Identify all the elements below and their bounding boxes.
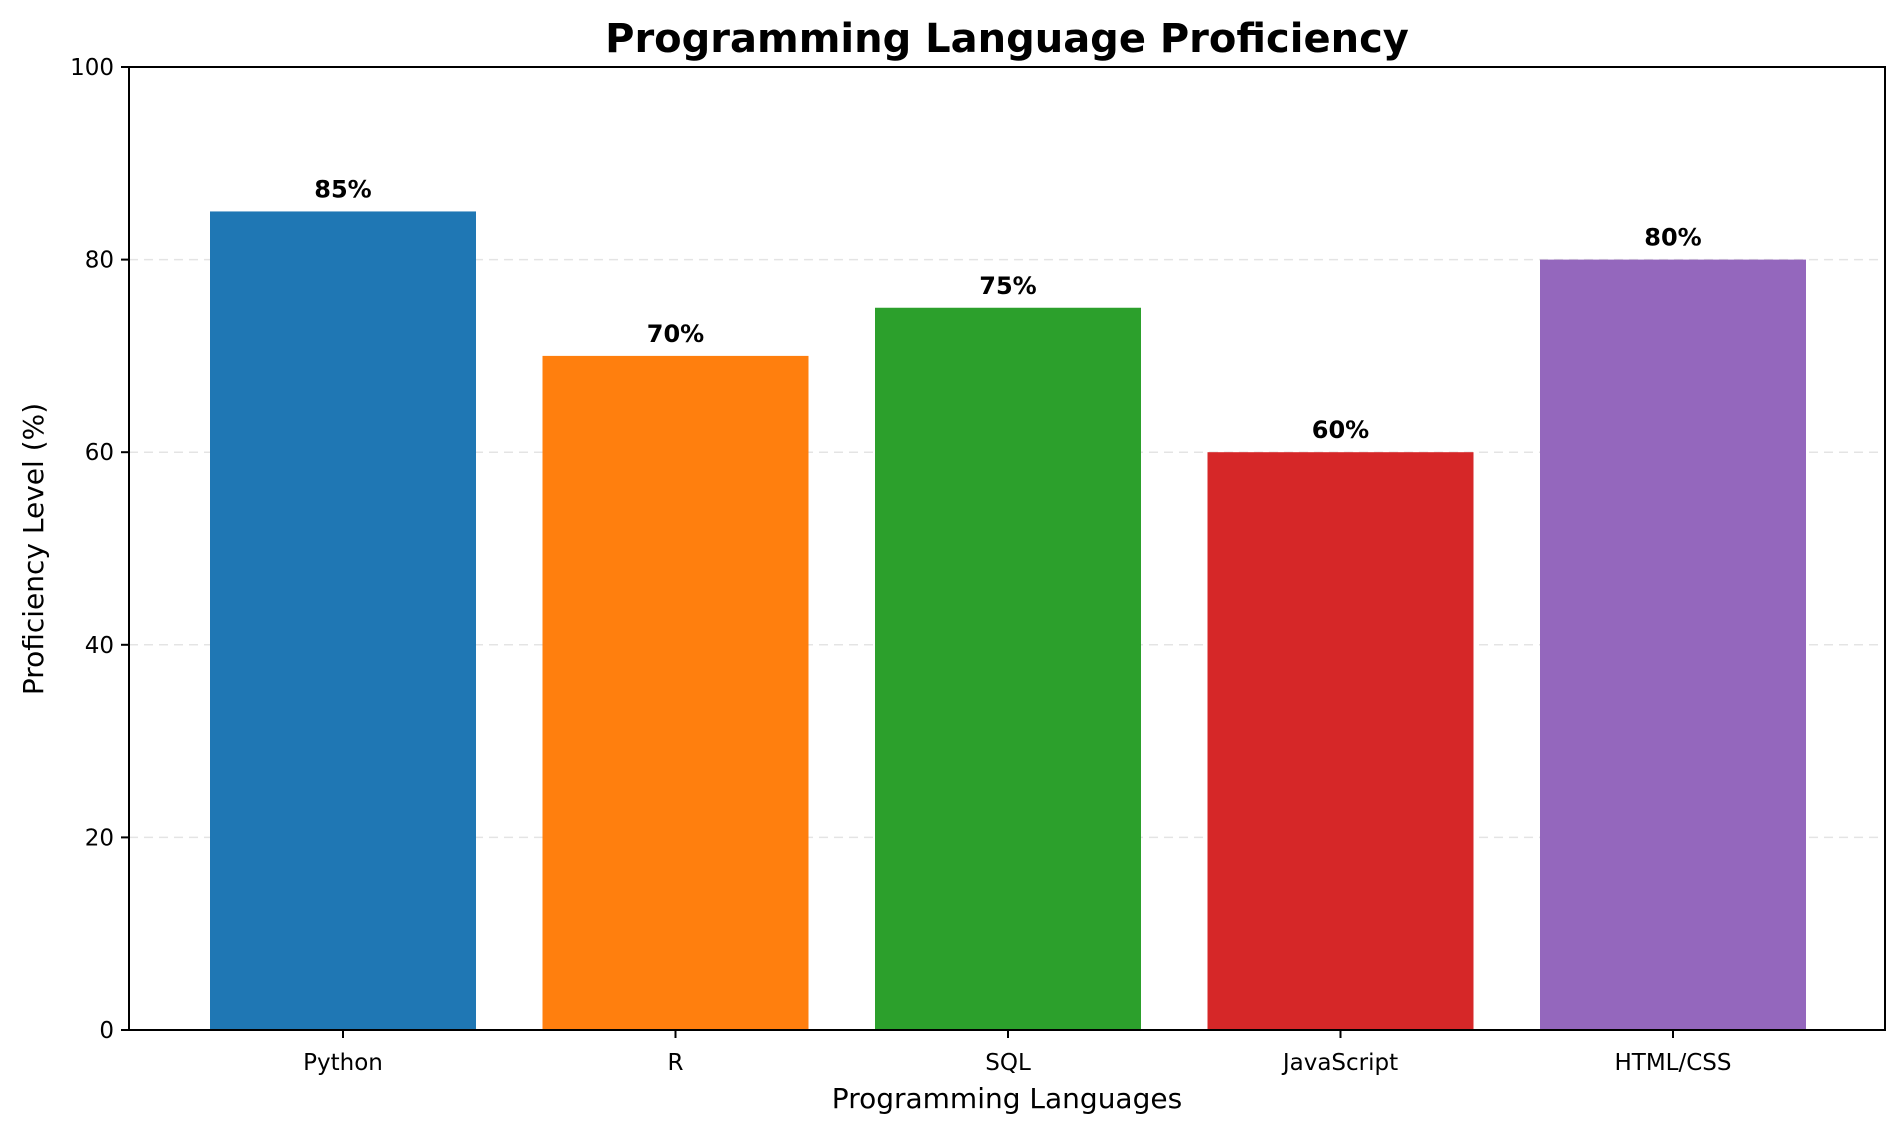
bar-chart: 85% 70% 75% 60% 80% 0 20 40 60 80 100 Python R SQL J…: [17, 16, 1886, 1115]
y-tick-label: 80: [85, 248, 114, 274]
y-tick-label: 40: [85, 633, 114, 659]
x-tick-label: Python: [303, 1050, 383, 1076]
y-tick-label: 0: [99, 1018, 114, 1044]
x-tick-label: JavaScript: [1281, 1050, 1398, 1076]
chart-title: Programming Language Proficiency: [605, 16, 1409, 62]
data-label: 75%: [979, 272, 1036, 300]
y-axis-ticks: 0 20 40 60 80 100: [70, 55, 129, 1044]
y-tick-label: 60: [85, 440, 114, 466]
x-tick-label: R: [668, 1050, 684, 1076]
data-label: 60%: [1312, 416, 1369, 444]
y-tick-label: 20: [85, 825, 114, 851]
bars: [210, 211, 1806, 1031]
data-label: 70%: [647, 320, 704, 348]
y-axis-label: Proficiency Level (%): [17, 403, 50, 695]
data-label: 80%: [1644, 224, 1701, 252]
bar-python: [210, 211, 476, 1030]
x-tick-label: HTML/CSS: [1614, 1050, 1731, 1076]
data-label: 85%: [314, 175, 371, 203]
x-tick-label: SQL: [985, 1050, 1031, 1076]
y-tick-label: 100: [70, 55, 114, 81]
x-axis-ticks: Python R SQL JavaScript HTML/CSS: [303, 1030, 1732, 1076]
bar-sql: [875, 307, 1141, 1030]
bar-r: [542, 355, 809, 1030]
bar-javascript: [1207, 452, 1474, 1030]
chart-container: 85% 70% 75% 60% 80% 0 20 40 60 80 100 Python R SQL J…: [0, 0, 1901, 1134]
x-axis-label: Programming Languages: [832, 1082, 1182, 1115]
bar-html-css: [1540, 259, 1806, 1031]
